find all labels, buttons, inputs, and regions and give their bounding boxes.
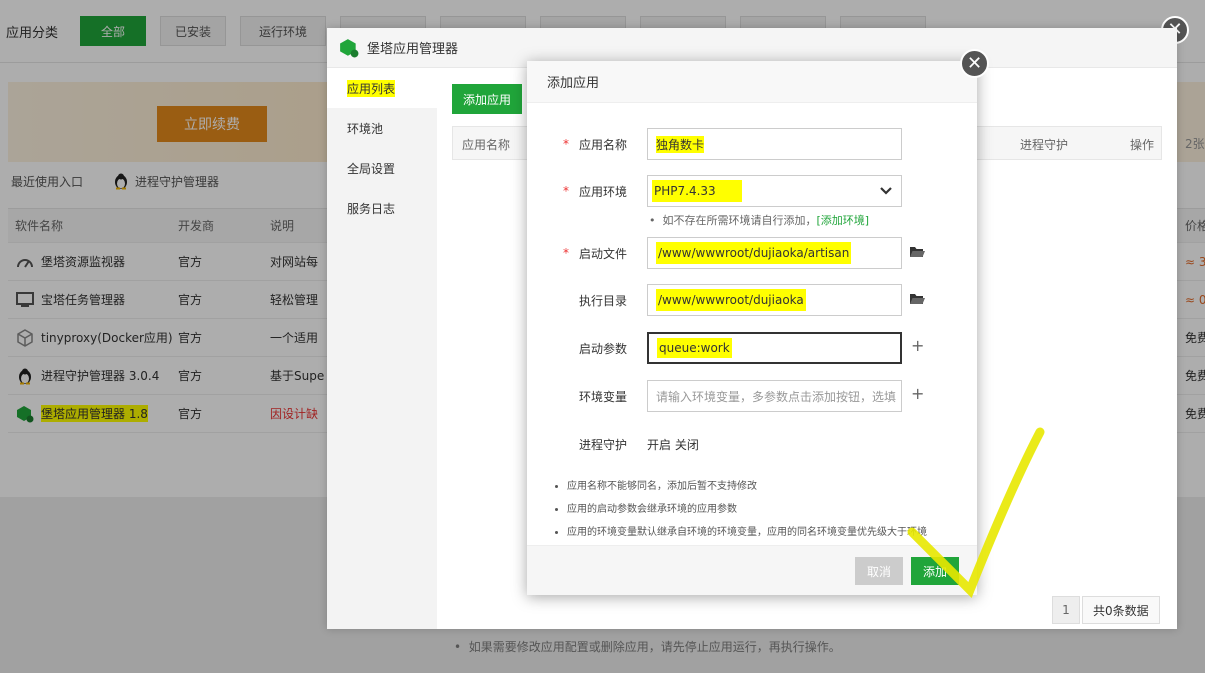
input-value: queue:work xyxy=(657,338,732,358)
sidebar: 应用列表 环境池 全局设置 服务日志 xyxy=(327,68,437,629)
guard-toggle: 开启 关闭 xyxy=(647,436,699,453)
sidebar-item-global-settings[interactable]: 全局设置 xyxy=(327,148,437,188)
plus-icon[interactable]: + xyxy=(911,384,924,403)
input-value: /www/wwwroot/dujiaoka xyxy=(656,289,806,311)
count-edge-text: 2张 xyxy=(1185,137,1205,151)
app-env-select[interactable]: PHP7.4.33 xyxy=(647,175,902,207)
env-note-text: 如不存在所需环境请自行添加， xyxy=(662,214,817,227)
pagination: 1 共0条数据 xyxy=(1052,596,1160,624)
sidebar-item-env-pool[interactable]: 环境池 xyxy=(327,108,437,148)
field-label: 应用名称 xyxy=(578,138,627,152)
folder-icon[interactable] xyxy=(909,244,925,260)
sidebar-item-service-log[interactable]: 服务日志 xyxy=(327,188,437,228)
sidebar-item-app-list[interactable]: 应用列表 xyxy=(327,68,437,108)
field-label: 应用环境 xyxy=(578,185,627,199)
header-guard: 进程守护 xyxy=(1020,138,1069,152)
field-label: 进程守护 xyxy=(578,438,627,452)
field-args: 启动参数 queue:work + xyxy=(527,332,977,364)
args-input[interactable]: queue:work xyxy=(647,332,902,364)
add-env-link[interactable]: [添加环境] xyxy=(816,214,869,227)
field-guard: 进程守护 xyxy=(527,428,977,460)
input-value: /www/wwwroot/dujiaoka/artisan xyxy=(656,242,852,264)
confirm-add-button[interactable]: 添加 xyxy=(911,557,959,585)
list-item: 应用的环境变量默认继承自环境的环境变量，应用的同名环境变量优先级大于环境 xyxy=(567,523,927,538)
add-app-dialog: 添加应用 * 应用名称 独角数卡 * 应用环境 PHP7.4.33 • 如不存在… xyxy=(527,61,977,595)
page-info: 共0条数据 xyxy=(1082,596,1160,624)
chevron-down-icon xyxy=(880,187,892,195)
start-file-input[interactable]: /www/wwwroot/dujiaoka/artisan xyxy=(647,237,902,269)
app-name-input[interactable]: 独角数卡 xyxy=(647,128,902,160)
field-exec-dir: 执行目录 /www/wwwroot/dujiaoka xyxy=(527,284,977,316)
header-app-name: 应用名称 xyxy=(462,138,511,152)
app-manager-icon xyxy=(340,38,359,57)
plus-icon[interactable]: + xyxy=(911,336,924,355)
required-mark: * xyxy=(563,137,569,151)
guard-off-option[interactable]: 关闭 xyxy=(675,438,699,452)
add-app-label: 添加应用 xyxy=(462,92,511,107)
field-label: 环境变量 xyxy=(578,390,627,404)
notes-list: 应用名称不能够同名，添加后暂不支持修改 应用的启动参数会继承环境的应用参数 应用… xyxy=(567,477,927,546)
tip-text: 如果需要修改应用配置或删除应用，请先停止应用运行，再执行操作。 xyxy=(468,640,841,654)
manager-tip: • 如果需要修改应用配置或删除应用，请先停止应用运行，再执行操作。 xyxy=(454,640,841,654)
required-mark: * xyxy=(563,184,569,198)
required-mark: * xyxy=(563,246,569,260)
page-button[interactable]: 1 xyxy=(1052,596,1080,624)
field-label: 执行目录 xyxy=(578,294,627,308)
input-value: 独角数卡 xyxy=(656,135,705,153)
list-item: 应用名称不能够同名，添加后暂不支持修改 xyxy=(567,477,927,492)
field-start-file: * 启动文件 /www/wwwroot/dujiaoka/artisan xyxy=(527,237,977,269)
confirm-add-label: 添加 xyxy=(922,564,947,579)
field-app-env: * 应用环境 PHP7.4.33 xyxy=(527,175,977,207)
env-note: • 如不存在所需环境请自行添加，[添加环境] xyxy=(649,214,870,227)
list-item: 应用的启动参数会继承环境的应用参数 xyxy=(567,500,927,515)
env-vars-input[interactable]: 请输入环境变量，多参数点击添加按钮，选填 xyxy=(647,380,902,412)
field-label: 启动文件 xyxy=(578,247,627,261)
field-label: 启动参数 xyxy=(578,342,627,356)
header-ops: 操作 xyxy=(1130,138,1155,152)
cancel-button[interactable]: 取消 xyxy=(855,557,903,585)
folder-icon[interactable] xyxy=(909,291,925,307)
add-dialog-title: 添加应用 xyxy=(547,76,600,91)
add-dialog-footer: 取消 添加 xyxy=(527,545,977,595)
close-icon[interactable]: ✕ xyxy=(960,49,989,78)
add-app-button[interactable]: 添加应用 xyxy=(452,84,522,114)
add-dialog-header: 添加应用 xyxy=(527,61,977,103)
sidebar-item-label: 应用列表 xyxy=(347,79,396,97)
exec-dir-input[interactable]: /www/wwwroot/dujiaoka xyxy=(647,284,902,316)
dialog-title: 堡塔应用管理器 xyxy=(367,42,459,57)
field-env-vars: 环境变量 请输入环境变量，多参数点击添加按钮，选填 + xyxy=(527,380,977,412)
guard-on-option[interactable]: 开启 xyxy=(647,438,671,452)
select-value: PHP7.4.33 xyxy=(652,180,742,202)
field-app-name: * 应用名称 独角数卡 xyxy=(527,128,977,160)
